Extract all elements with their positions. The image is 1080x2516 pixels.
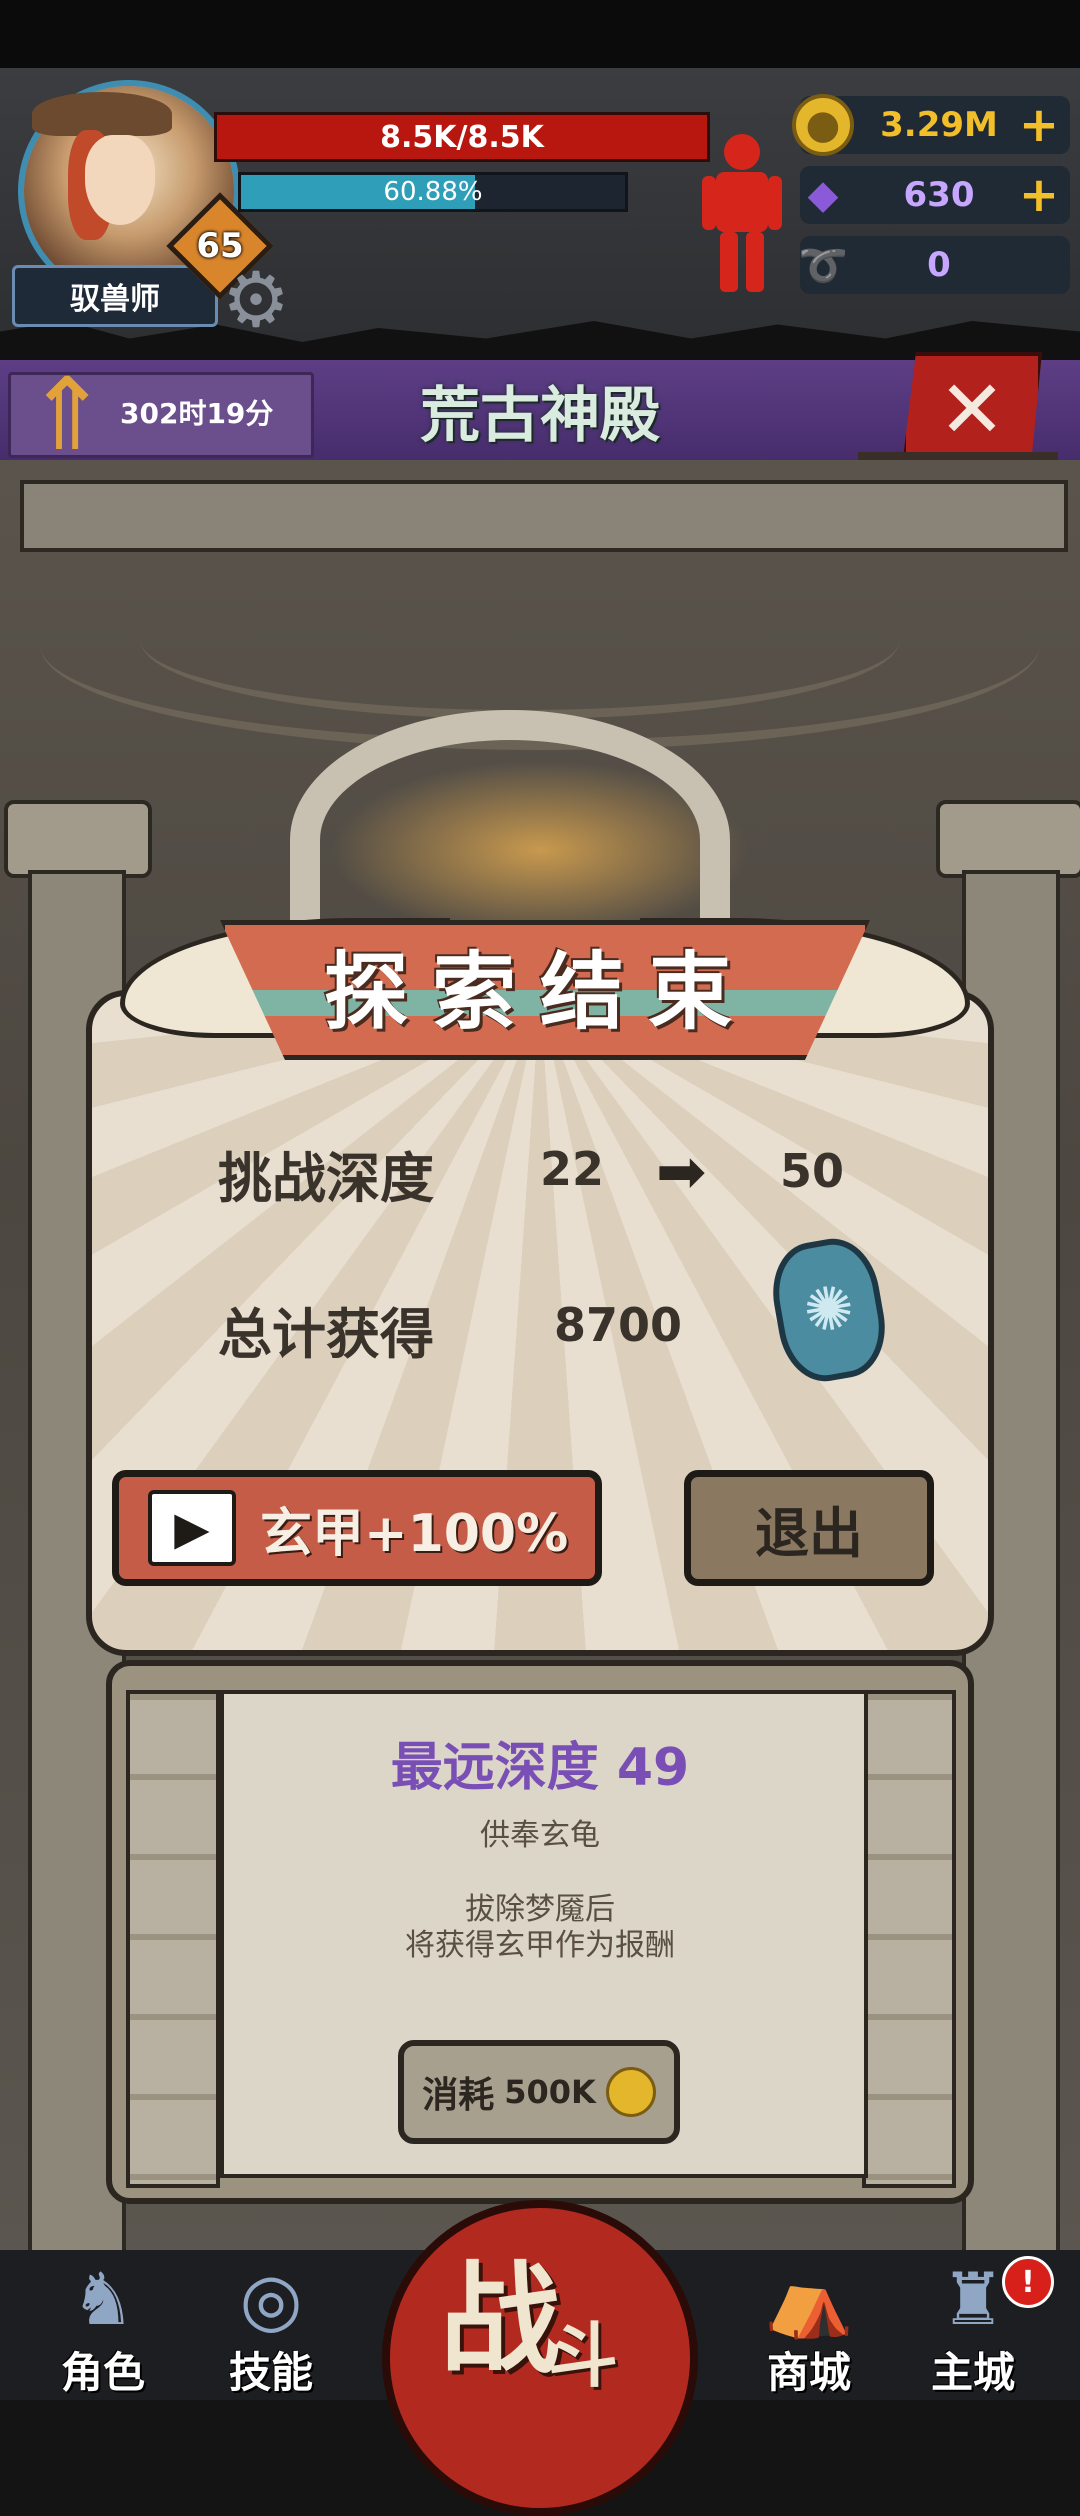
gear-icon[interactable]: ⚙ bbox=[214, 258, 298, 342]
stage-timer: 302时19分 bbox=[120, 397, 274, 430]
avatar-face bbox=[85, 135, 155, 225]
gold-counter: ● 3.29M + bbox=[792, 94, 1070, 156]
add-gem-button[interactable]: + bbox=[1014, 166, 1064, 224]
horn-value: 0 bbox=[927, 245, 951, 285]
nav-shop-label: 商城 bbox=[766, 2348, 851, 2397]
alert-badge: ! bbox=[1002, 2256, 1054, 2308]
ram-horn-icon: ➰ bbox=[798, 242, 848, 289]
hp-bar: 8.5K/8.5K bbox=[214, 112, 710, 162]
xp-bar-text: 60.88% bbox=[383, 177, 483, 207]
nav-main-city-label: 主城 bbox=[930, 2348, 1015, 2397]
cost-value: 500K bbox=[504, 2073, 596, 2111]
stage-title: 荒古神殿 bbox=[420, 380, 660, 451]
xp-bar: 60.88% bbox=[238, 172, 628, 212]
add-gold-button[interactable]: + bbox=[1014, 96, 1064, 154]
red-armor-icon[interactable] bbox=[700, 128, 784, 296]
pillar-capital-left bbox=[4, 800, 152, 878]
nav-skills-label: 技能 bbox=[228, 2348, 313, 2397]
total-label: 总计获得 bbox=[218, 1303, 434, 1366]
avatar-hat bbox=[32, 92, 172, 136]
description-line-2: 将获得玄甲作为报酬 bbox=[405, 1928, 675, 1963]
close-icon[interactable]: ✕ bbox=[902, 352, 1042, 466]
nav-shop[interactable]: ⛺ 商城 bbox=[734, 2257, 884, 2400]
fight-label-small: 斗 bbox=[548, 2315, 618, 2397]
horn-counter: ➰ 0 bbox=[798, 236, 1070, 294]
purple-crystal-icon: ◆ bbox=[807, 172, 839, 218]
result-banner-title: 探索结束 bbox=[323, 942, 756, 1041]
video-play-icon: ▶ bbox=[148, 1490, 236, 1566]
pillar-capital-right bbox=[936, 800, 1080, 878]
offering-text: 供奉玄龟 bbox=[480, 1818, 600, 1853]
castle-icon: ♜ bbox=[940, 2257, 1006, 2341]
depth-to: 50 bbox=[780, 1144, 845, 1198]
spiral-border-left bbox=[126, 1690, 220, 2188]
spiral-border-right bbox=[862, 1690, 956, 2188]
depth-label: 挑战深度 bbox=[218, 1147, 434, 1210]
status-bar bbox=[0, 0, 1080, 68]
gold-coin-icon bbox=[605, 2067, 656, 2117]
video-bonus-label: 玄甲+100% bbox=[260, 1503, 569, 1564]
offer-cost-button[interactable]: 消耗 500K bbox=[398, 2040, 680, 2144]
total-value: 8700 bbox=[554, 1298, 683, 1352]
tent-icon: ⛺ bbox=[764, 2257, 854, 2341]
helmet-icon: ♞ bbox=[70, 2257, 136, 2341]
nav-skills[interactable]: ◎ 技能 bbox=[196, 2257, 346, 2400]
gold-coin-icon: ● bbox=[792, 94, 854, 156]
gold-value: 3.29M bbox=[880, 105, 998, 145]
nav-character[interactable]: ♞ 角色 bbox=[28, 2257, 178, 2400]
nav-character-label: 角色 bbox=[60, 2348, 145, 2397]
cost-label: 消耗 bbox=[422, 2075, 495, 2116]
best-depth: 最远深度 49 bbox=[390, 1737, 690, 1798]
description-line-1: 拔除梦魇后 bbox=[465, 1892, 615, 1927]
depth-from: 22 bbox=[540, 1142, 605, 1196]
exit-button[interactable]: 退出 bbox=[684, 1470, 934, 1586]
vortex-icon: ◎ bbox=[239, 2257, 303, 2341]
gem-counter: ◆ 630 + bbox=[800, 166, 1070, 224]
gem-value: 630 bbox=[903, 175, 975, 215]
hanging-rope bbox=[140, 560, 900, 719]
upgrade-arrows-icon[interactable]: ⇑ bbox=[12, 360, 122, 470]
arrow-right-icon: ➡ bbox=[656, 1137, 707, 1207]
